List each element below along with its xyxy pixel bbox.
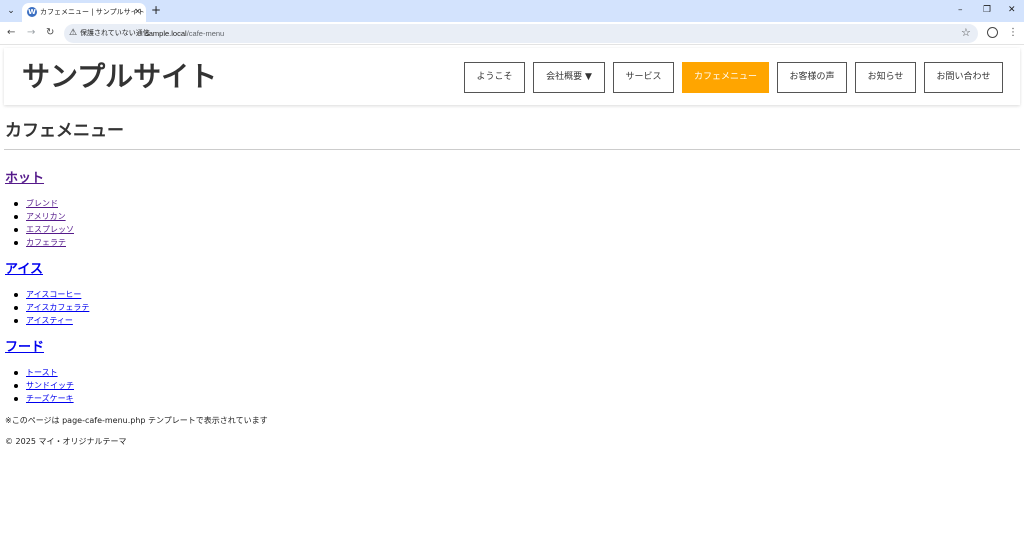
back-arrow-icon[interactable]: ← bbox=[7, 26, 15, 40]
site-header: サンプルサイト ようこそ 会社概要 ▼ サービス カフェメニュー お客様の声 お… bbox=[4, 48, 1020, 105]
bullet bbox=[14, 228, 18, 232]
bullet bbox=[14, 319, 18, 323]
menu-item-link[interactable]: アイスカフェラテ bbox=[26, 301, 89, 314]
menu-item-link[interactable]: アイスコーヒー bbox=[26, 288, 81, 301]
close-window-icon[interactable]: ✕ bbox=[1008, 3, 1016, 17]
tab-title: カフェメニュー | サンプルサイト bbox=[40, 8, 145, 16]
menu-item-link[interactable]: エスプレッソ bbox=[26, 223, 74, 236]
menu-item-link[interactable]: ブレンド bbox=[26, 197, 58, 210]
section-heading-ice[interactable]: アイス bbox=[5, 261, 43, 278]
forward-arrow-icon[interactable]: → bbox=[27, 26, 35, 40]
menu-item-link[interactable]: アメリカン bbox=[26, 210, 66, 223]
nav-item-contact[interactable]: お問い合わせ bbox=[924, 62, 1003, 93]
nav-item-news[interactable]: お知らせ bbox=[855, 62, 916, 93]
nav-item-services[interactable]: サービス bbox=[613, 62, 674, 93]
browser-tab[interactable]: W カフェメニュー | サンプルサイト ✕ bbox=[22, 3, 146, 22]
bullet bbox=[14, 397, 18, 401]
bullet bbox=[14, 241, 18, 245]
menu-item-link[interactable]: アイスティー bbox=[26, 314, 73, 327]
address-bar[interactable]: ⚠ 保護されていない通信 sample.local/cafe-menu bbox=[64, 24, 978, 43]
url-path: /cafe-menu bbox=[186, 29, 225, 38]
nav-item-testimonials[interactable]: お客様の声 bbox=[777, 62, 847, 93]
new-tab-icon[interactable]: + bbox=[151, 3, 161, 17]
tab-search-chevron-icon[interactable]: ⌄ bbox=[4, 4, 18, 18]
browser-menu-kebab-icon[interactable]: ⋮ bbox=[1008, 26, 1018, 40]
menu-item-link[interactable]: サンドイッチ bbox=[26, 379, 74, 392]
menu-item-link[interactable]: カフェラテ bbox=[26, 236, 66, 249]
template-note: ※このページは page-cafe-menu.php テンプレートで表示されてい… bbox=[5, 416, 268, 425]
bullet bbox=[14, 202, 18, 206]
section-heading-food[interactable]: フード bbox=[5, 339, 44, 356]
site-title[interactable]: サンプルサイト bbox=[22, 61, 217, 93]
nav-item-welcome[interactable]: ようこそ bbox=[464, 62, 525, 93]
bullet bbox=[14, 293, 18, 297]
menu-item-link[interactable]: トースト bbox=[26, 366, 58, 379]
bullet bbox=[14, 215, 18, 219]
page-title: カフェメニュー bbox=[5, 121, 124, 141]
bullet bbox=[14, 306, 18, 310]
security-status-label[interactable]: 保護されていない通信 bbox=[80, 28, 150, 39]
heading-divider bbox=[4, 149, 1020, 150]
browser-toolbar: ← → ↻ ⚠ 保護されていない通信 sample.local/cafe-men… bbox=[0, 22, 1024, 45]
nav-item-company[interactable]: 会社概要 ▼ bbox=[533, 62, 605, 93]
warning-triangle-icon[interactable]: ⚠ bbox=[69, 27, 77, 40]
nav-item-cafe-menu[interactable]: カフェメニュー bbox=[682, 62, 769, 93]
bullet bbox=[14, 371, 18, 375]
bookmark-star-icon[interactable]: ☆ bbox=[961, 26, 971, 40]
footer-copyright: © 2025 マイ・オリジナルテーマ bbox=[5, 437, 127, 446]
reload-icon[interactable]: ↻ bbox=[46, 26, 54, 40]
restore-icon[interactable]: ❐ bbox=[983, 3, 991, 17]
minimize-icon[interactable]: – bbox=[958, 3, 963, 17]
url-host: sample.local bbox=[145, 29, 187, 38]
menu-item-link[interactable]: チーズケーキ bbox=[26, 392, 74, 405]
wordpress-favicon-icon: W bbox=[27, 7, 37, 17]
profile-avatar-icon[interactable] bbox=[987, 27, 998, 38]
section-heading-hot[interactable]: ホット bbox=[5, 170, 44, 187]
browser-tab-strip: ⌄ W カフェメニュー | サンプルサイト ✕ + – ❐ ✕ bbox=[0, 0, 1024, 22]
tab-close-icon[interactable]: ✕ bbox=[134, 6, 141, 18]
bullet bbox=[14, 384, 18, 388]
url-text[interactable]: sample.local/cafe-menu bbox=[145, 28, 224, 39]
